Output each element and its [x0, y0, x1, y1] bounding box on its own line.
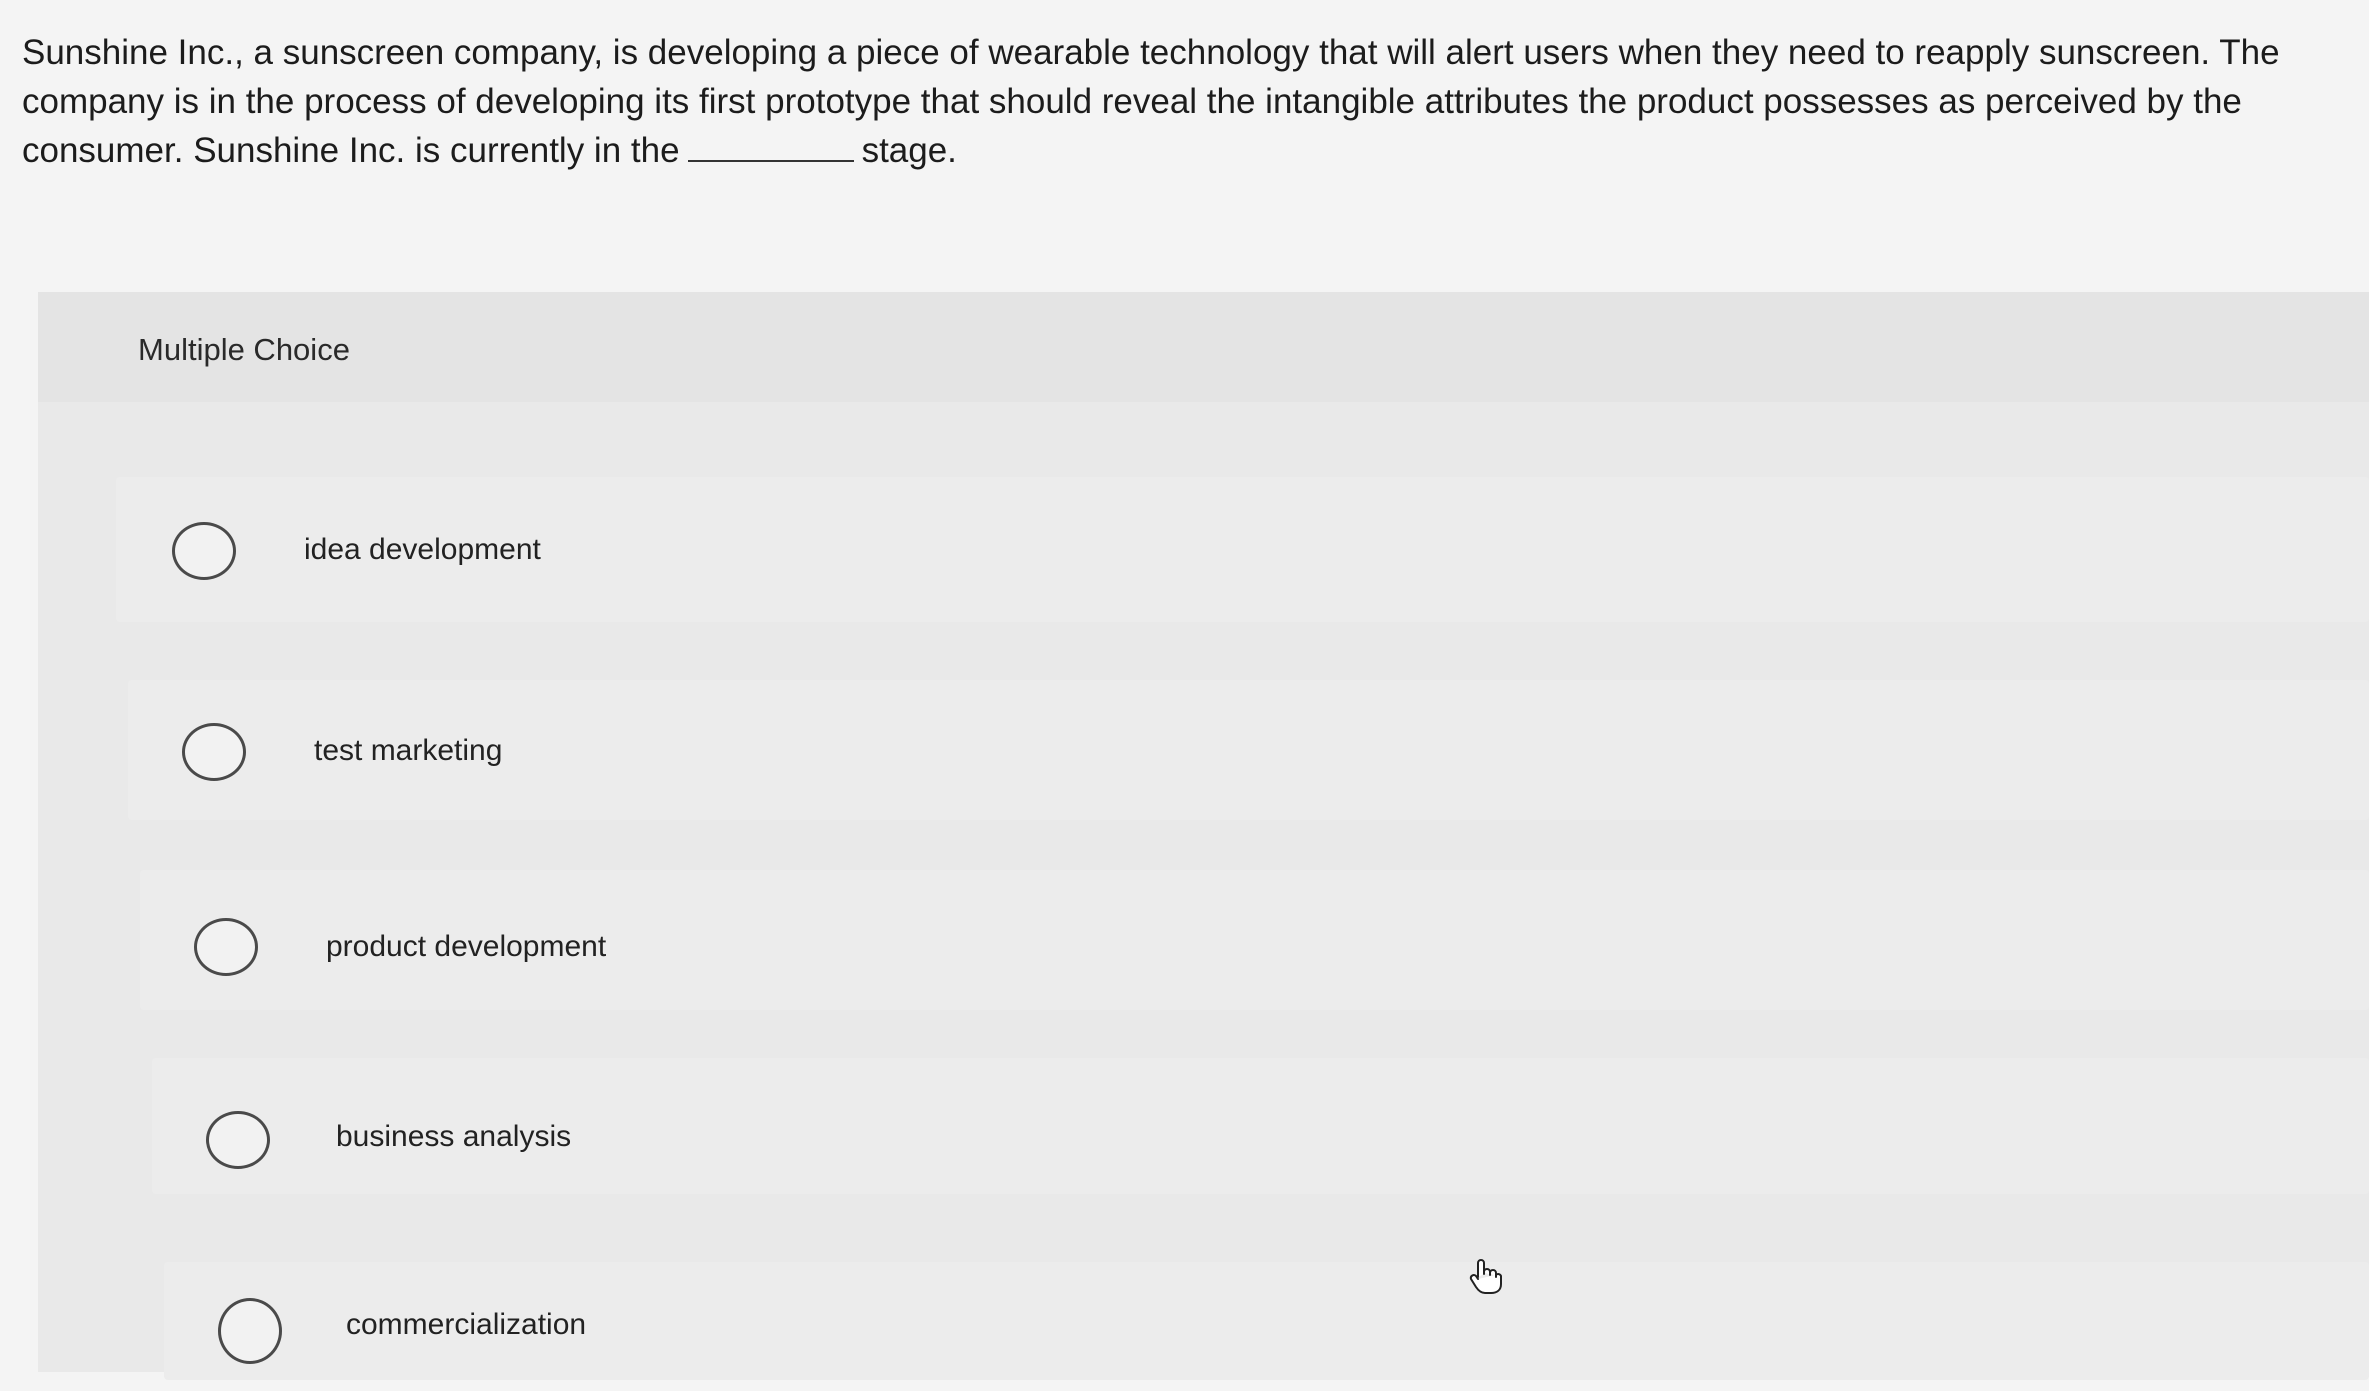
- question-text-after: stage.: [861, 131, 957, 170]
- question-text-before: Sunshine Inc., a sunscreen company, is d…: [22, 33, 2280, 170]
- option-label: idea development: [304, 533, 541, 566]
- radio-button[interactable]: [194, 918, 258, 976]
- option-commercialization[interactable]: commercialization: [164, 1262, 2369, 1380]
- option-label: product development: [326, 930, 607, 963]
- radio-button[interactable]: [172, 522, 236, 580]
- answer-blank: [687, 130, 854, 162]
- radio-button[interactable]: [206, 1111, 270, 1169]
- question-type-label: Multiple Choice: [138, 332, 350, 367]
- option-idea-development[interactable]: idea development: [116, 477, 2369, 622]
- radio-button[interactable]: [218, 1298, 282, 1364]
- question-text: Sunshine Inc., a sunscreen company, is d…: [22, 28, 2352, 175]
- option-product-development[interactable]: product development: [140, 870, 2369, 1010]
- multiple-choice-panel: Multiple Choice: [38, 292, 2369, 1372]
- option-test-marketing[interactable]: test marketing: [128, 680, 2369, 820]
- hand-pointer-icon: [1469, 1259, 1502, 1294]
- panel-header: Multiple Choice: [38, 292, 2369, 402]
- option-label: business analysis: [336, 1120, 572, 1153]
- option-label: commercialization: [346, 1308, 587, 1341]
- radio-button[interactable]: [182, 723, 246, 781]
- option-business-analysis[interactable]: business analysis: [152, 1058, 2369, 1194]
- option-label: test marketing: [314, 734, 503, 767]
